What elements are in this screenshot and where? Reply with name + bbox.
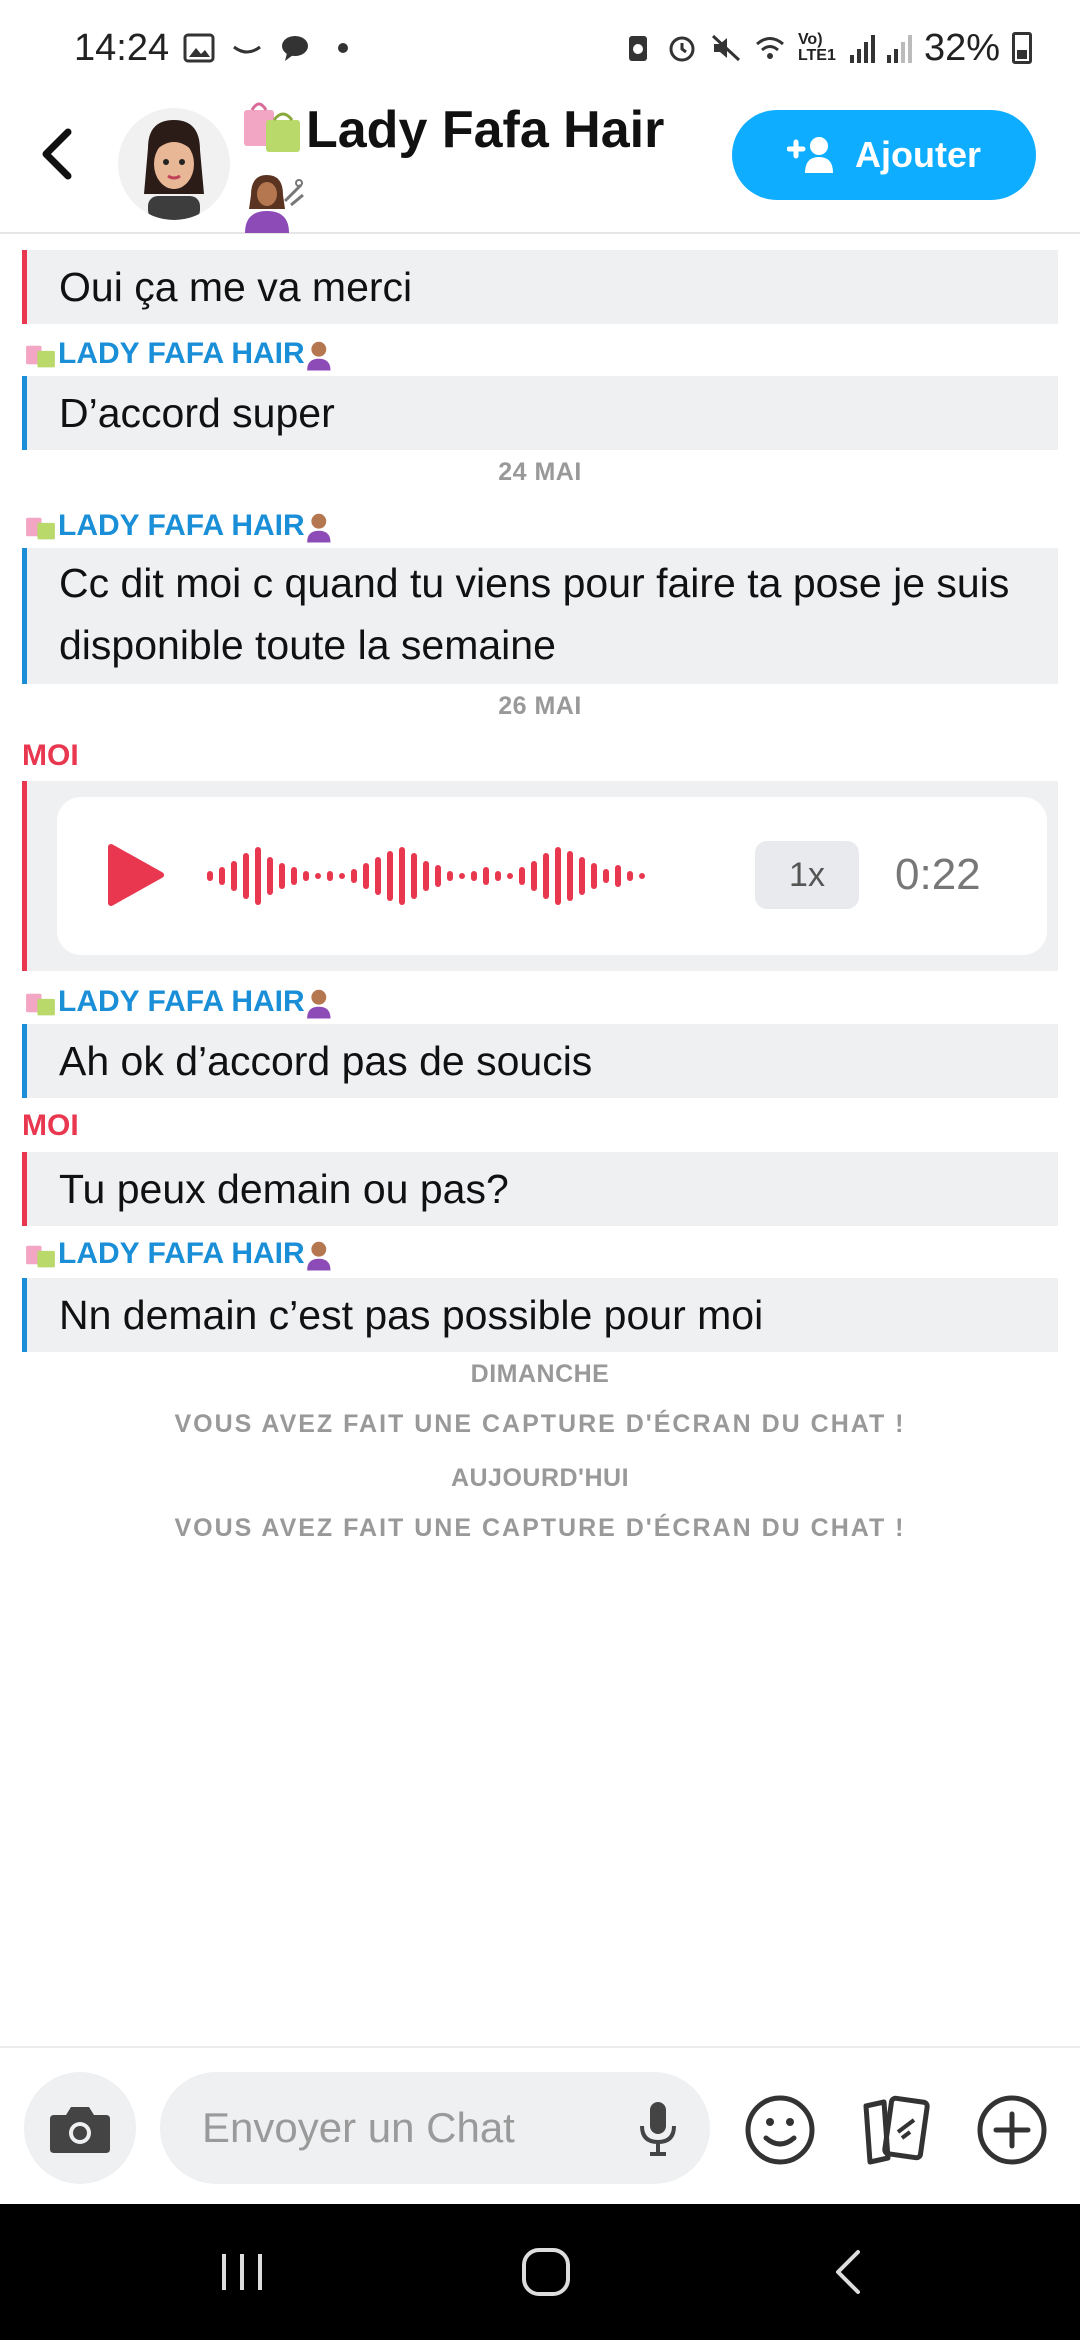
voice-message[interactable]: 1x 0:22 [22,781,1058,971]
shopping-bags-icon [240,96,306,171]
chat-input-placeholder: Envoyer un Chat [202,2104,515,2151]
add-friend-button[interactable]: Ajouter [732,110,1036,200]
message-bubble[interactable]: Tu peux demain ou pas? [22,1152,1058,1226]
sender-label: MOI [22,739,79,772]
sender-label: LADY FAFA HAIR [24,982,339,1022]
voice-duration: 0:22 [895,850,981,899]
status-time: 14:24 [74,26,170,69]
alarm-icon [669,36,695,62]
waveform[interactable] [207,827,697,925]
back-button[interactable] [28,124,88,184]
battery-percent: 32% [923,26,1000,69]
dot-icon [338,43,349,53]
mute-icon [711,34,740,62]
smiley-icon[interactable] [742,2092,818,2168]
hairdresser-emoji-icon [306,989,331,1019]
gallery-notification-icon [183,33,215,63]
message-notification-icon [282,36,309,61]
wifi-icon [755,37,784,59]
message-bubble[interactable]: Ah ok d’accord pas de soucis [22,1024,1058,1098]
composer-bar: Envoyer un Chat [0,2046,1080,2202]
message-bubble[interactable]: D’accord super [22,376,1058,450]
chat-input[interactable]: Envoyer un Chat [160,2072,710,2184]
add-user-icon [787,137,833,173]
hairdresser-emoji-icon [306,341,331,371]
add-friend-label: Ajouter [855,134,981,175]
recent-apps-icon[interactable] [212,2244,272,2300]
message-bubble[interactable]: Oui ça me va merci [22,250,1058,324]
cards-icon[interactable] [858,2092,934,2168]
avatar[interactable] [118,108,230,220]
amazon-notification-icon [233,45,262,54]
signal-icon [849,33,875,63]
message-bubble[interactable]: Nn demain c’est pas possible pour moi [22,1278,1058,1352]
shopping-bags-icon [26,993,55,1016]
sender-label: MOI [22,1109,79,1142]
camera-button[interactable] [24,2072,136,2184]
battery-saver-icon [628,36,647,61]
chat-header: Lady Fafa Hair Ajouter [0,96,1080,234]
battery-icon [1012,32,1032,64]
date-separator: AUJOURD'HUI [450,1464,630,1492]
status-bar: 14:24 Vo) LTE1 32% [0,0,1080,96]
hairdresser-emoji-icon [306,513,331,543]
play-icon[interactable] [101,841,169,909]
home-icon[interactable] [514,2244,578,2300]
screenshot-notice: VOUS AVEZ FAIT UNE CAPTURE D'ÉCRAN DU CH… [174,1514,906,1542]
chat-title-row[interactable]: Lady Fafa Hair [240,96,700,171]
shopping-bags-icon [26,345,55,368]
bitmoji-avatar [144,120,204,220]
date-separator: DIMANCHE [470,1360,610,1388]
date-separator: 24 MAI [498,458,582,486]
playback-speed-button[interactable]: 1x [755,841,859,909]
chat-title: Lady Fafa Hair [306,101,665,160]
signal-2-icon [886,33,912,63]
shopping-bags-icon [26,1245,55,1268]
sender-label: LADY FAFA HAIR [24,1234,339,1274]
system-nav-bar [0,2204,1080,2340]
camera-icon [50,2107,110,2153]
hairdresser-emoji-icon [306,1241,331,1271]
screenshot-notice: VOUS AVEZ FAIT UNE CAPTURE D'ÉCRAN DU CH… [174,1410,906,1438]
hairdresser-emoji-icon [240,171,700,238]
shopping-bags-icon [26,517,55,540]
network-type: Vo) LTE1 [797,31,836,64]
back-nav-icon[interactable] [820,2244,880,2300]
microphone-icon[interactable] [628,2098,688,2158]
chevron-left-icon [42,128,72,180]
plus-circle-icon[interactable] [974,2092,1050,2168]
date-separator: 26 MAI [498,692,582,720]
message-bubble[interactable]: Cc dit moi c quand tu viens pour faire t… [22,548,1058,684]
sender-label: LADY FAFA HAIR [24,506,339,546]
sender-label: LADY FAFA HAIR [24,334,339,374]
